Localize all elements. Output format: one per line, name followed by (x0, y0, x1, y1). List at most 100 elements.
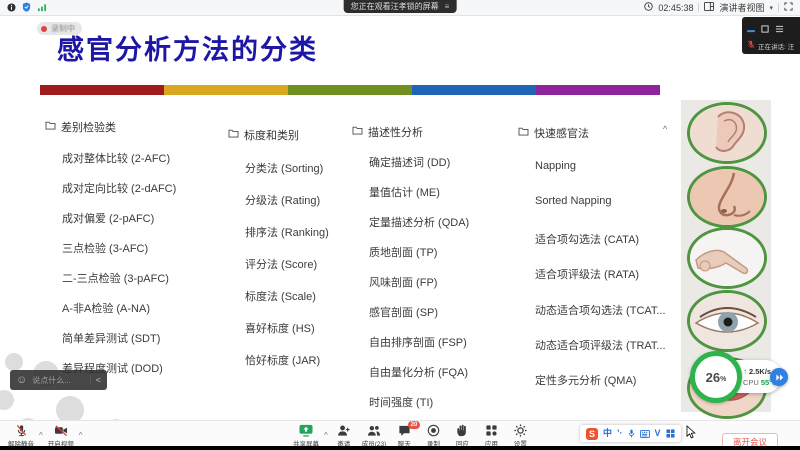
ime-keyboard-icon[interactable] (640, 425, 650, 443)
list-panel-icon[interactable] (775, 20, 784, 38)
fullscreen-icon[interactable] (784, 2, 793, 13)
ime-voice-icon[interactable] (628, 425, 635, 443)
record-icon (427, 424, 440, 437)
divider (90, 375, 91, 385)
tree-item: 三点检验 (3-AFC) (62, 240, 176, 270)
ime-toolbar[interactable]: S 中 ’· V (580, 425, 681, 442)
tooltip-text: 您正在观看汪孝锁的屏幕 (351, 0, 439, 13)
menu-icon[interactable]: ≡ (445, 0, 450, 13)
collapse-panel-icon[interactable] (747, 20, 755, 38)
toolbar-button-mic-muted[interactable]: 解除静音 (5, 422, 37, 448)
settings-icon (514, 424, 527, 437)
toolbar-center-group: 共享屏幕^邀请成员(23)聊天20录制回应应用设置 (290, 422, 534, 448)
ime-skin-icon[interactable]: V (655, 429, 661, 438)
tree-column-3: 描述性分析确定描述词 (DD)量值估计 (ME)定量描述分析 (QDA)质地剖面… (352, 124, 423, 140)
bar-segment-2 (164, 85, 288, 95)
ime-language-toggle[interactable]: 中 (603, 429, 612, 438)
chat-quick-input[interactable]: ☺ 说点什么... < (10, 370, 107, 390)
ime-punctuation-icon[interactable]: ’· (617, 429, 623, 438)
finger-image (687, 227, 767, 289)
tree-item: 成对定向比较 (2-dAFC) (62, 180, 176, 210)
cpu-label: CPU (743, 378, 759, 387)
window-bottom-edge (0, 446, 800, 450)
security-shield-icon[interactable] (22, 0, 31, 17)
mic-muted-small-icon (747, 40, 755, 51)
collapse-chat-icon[interactable]: < (96, 375, 101, 385)
toolbar-button-reaction[interactable]: 回应 (448, 422, 476, 448)
tree-item: 定性多元分析 (QMA) (535, 372, 666, 407)
tree-header-label: 标度和类别 (244, 127, 299, 143)
tree-column-header[interactable]: 描述性分析 (352, 124, 423, 140)
bar-segment-3 (288, 85, 412, 95)
tree-header-label: 快速感官法 (534, 125, 589, 141)
tree-item: 分级法 (Rating) (245, 192, 329, 224)
tree-item: 感官剖面 (SP) (369, 304, 469, 334)
cpu-usage-ring: 26 % (690, 351, 742, 403)
net-speed: 2.5K/s (749, 367, 771, 376)
tree-item: 质地剖面 (TP) (369, 244, 469, 274)
top-left-icons (7, 0, 47, 17)
network-signal-icon[interactable] (37, 0, 47, 17)
tree-item: Napping (535, 160, 666, 195)
toolbar-button-chat[interactable]: 聊天20 (390, 422, 418, 448)
tree-item: 成对偏爱 (2-pAFC) (62, 210, 176, 240)
info-icon[interactable] (7, 0, 16, 17)
toolbar-button-invite[interactable]: 邀请 (330, 422, 358, 448)
folder-icon (352, 126, 363, 138)
chevron-up-icon[interactable]: ^ (38, 431, 44, 440)
toolbar-button-share-screen[interactable]: 共享屏幕 (290, 422, 322, 448)
clock-icon (644, 2, 653, 13)
divider (698, 3, 699, 12)
tree-item: 风味剖面 (FP) (369, 274, 469, 304)
tree-column-4: 快速感官法^NappingSorted Napping适合项勾选法 (CATA)… (518, 125, 589, 141)
apps-icon (485, 424, 498, 437)
toolbar-button-settings[interactable]: 设置 (506, 422, 534, 448)
tree-column-1: 差别检验类成对整体比较 (2-AFC)成对定向比较 (2-dAFC)成对偏爱 (… (45, 119, 116, 135)
tree-item-list: NappingSorted Napping适合项勾选法 (CATA)适合项评级法… (535, 160, 666, 408)
meeting-window: 02:45:38 演讲者视图 ▾ 您正在观看汪孝锁的屏幕 ≡ 正在讲话: 汪 (0, 0, 800, 450)
tree-column-2: 标度和类别分类法 (Sorting)分级法 (Rating)排序法 (Ranki… (228, 127, 299, 143)
collapse-chevron-icon[interactable]: ^ (663, 124, 667, 134)
folder-icon (518, 127, 529, 139)
folder-icon (228, 129, 239, 141)
nose-image (687, 166, 767, 228)
percent-sign: % (720, 376, 726, 383)
invite-icon (337, 424, 350, 437)
video-mini-panel[interactable]: 正在讲话: 汪 (742, 17, 800, 54)
tree-column-header[interactable]: 标度和类别 (228, 127, 299, 143)
cpu-percent: 26 (706, 370, 720, 385)
toolbar-button-members[interactable]: 成员(23) (359, 422, 390, 448)
toolbar-button-record[interactable]: 录制 (419, 422, 447, 448)
chat-placeholder[interactable]: 说点什么... (32, 375, 71, 386)
ime-grid-icon[interactable] (666, 425, 675, 443)
share-screen-icon (299, 424, 313, 437)
tree-item: 适合项评级法 (RATA) (535, 266, 666, 301)
ear-image (687, 102, 767, 164)
sogou-logo-icon[interactable]: S (586, 428, 598, 440)
performance-widget[interactable]: ↑ 2.5K/s CPU 55°C 26 % (688, 347, 790, 405)
tree-column-header[interactable]: 差别检验类 (45, 119, 116, 135)
upload-arrow-icon: ↑ (743, 367, 747, 376)
tree-item: 评分法 (Score) (245, 256, 329, 288)
toolbar-button-camera-off[interactable]: 开启视频 (45, 422, 77, 448)
view-mode-button[interactable]: 演讲者视图 (719, 1, 764, 14)
toolbar-button-apps[interactable]: 应用 (477, 422, 505, 448)
boost-button[interactable] (770, 368, 788, 386)
tree-item: 排序法 (Ranking) (245, 224, 329, 256)
shared-screen-slide: 录制中 感官分析方法的分类 差别检验类成对整体比较 (2-AFC)成对定向比较 … (0, 15, 800, 446)
members-icon (367, 424, 381, 437)
emoji-icon[interactable]: ☺ (16, 375, 27, 386)
tree-item: 自由排序剖面 (FSP) (369, 334, 469, 364)
bar-segment-5 (536, 85, 660, 95)
recording-dot-icon (41, 26, 47, 32)
tree-item-list: 确定描述词 (DD)量值估计 (ME)定量描述分析 (QDA)质地剖面 (TP)… (369, 154, 469, 424)
meeting-timer: 02:45:38 (658, 3, 693, 13)
reaction-icon (456, 424, 469, 437)
chevron-up-icon[interactable]: ^ (78, 431, 84, 440)
restore-panel-icon[interactable] (761, 20, 769, 38)
tree-item: 量值估计 (ME) (369, 184, 469, 214)
tree-column-header[interactable]: 快速感官法^ (518, 125, 589, 141)
chevron-up-icon[interactable]: ^ (323, 431, 329, 440)
bar-segment-1 (40, 85, 164, 95)
tree-item: 适合项勾选法 (CATA) (535, 231, 666, 266)
